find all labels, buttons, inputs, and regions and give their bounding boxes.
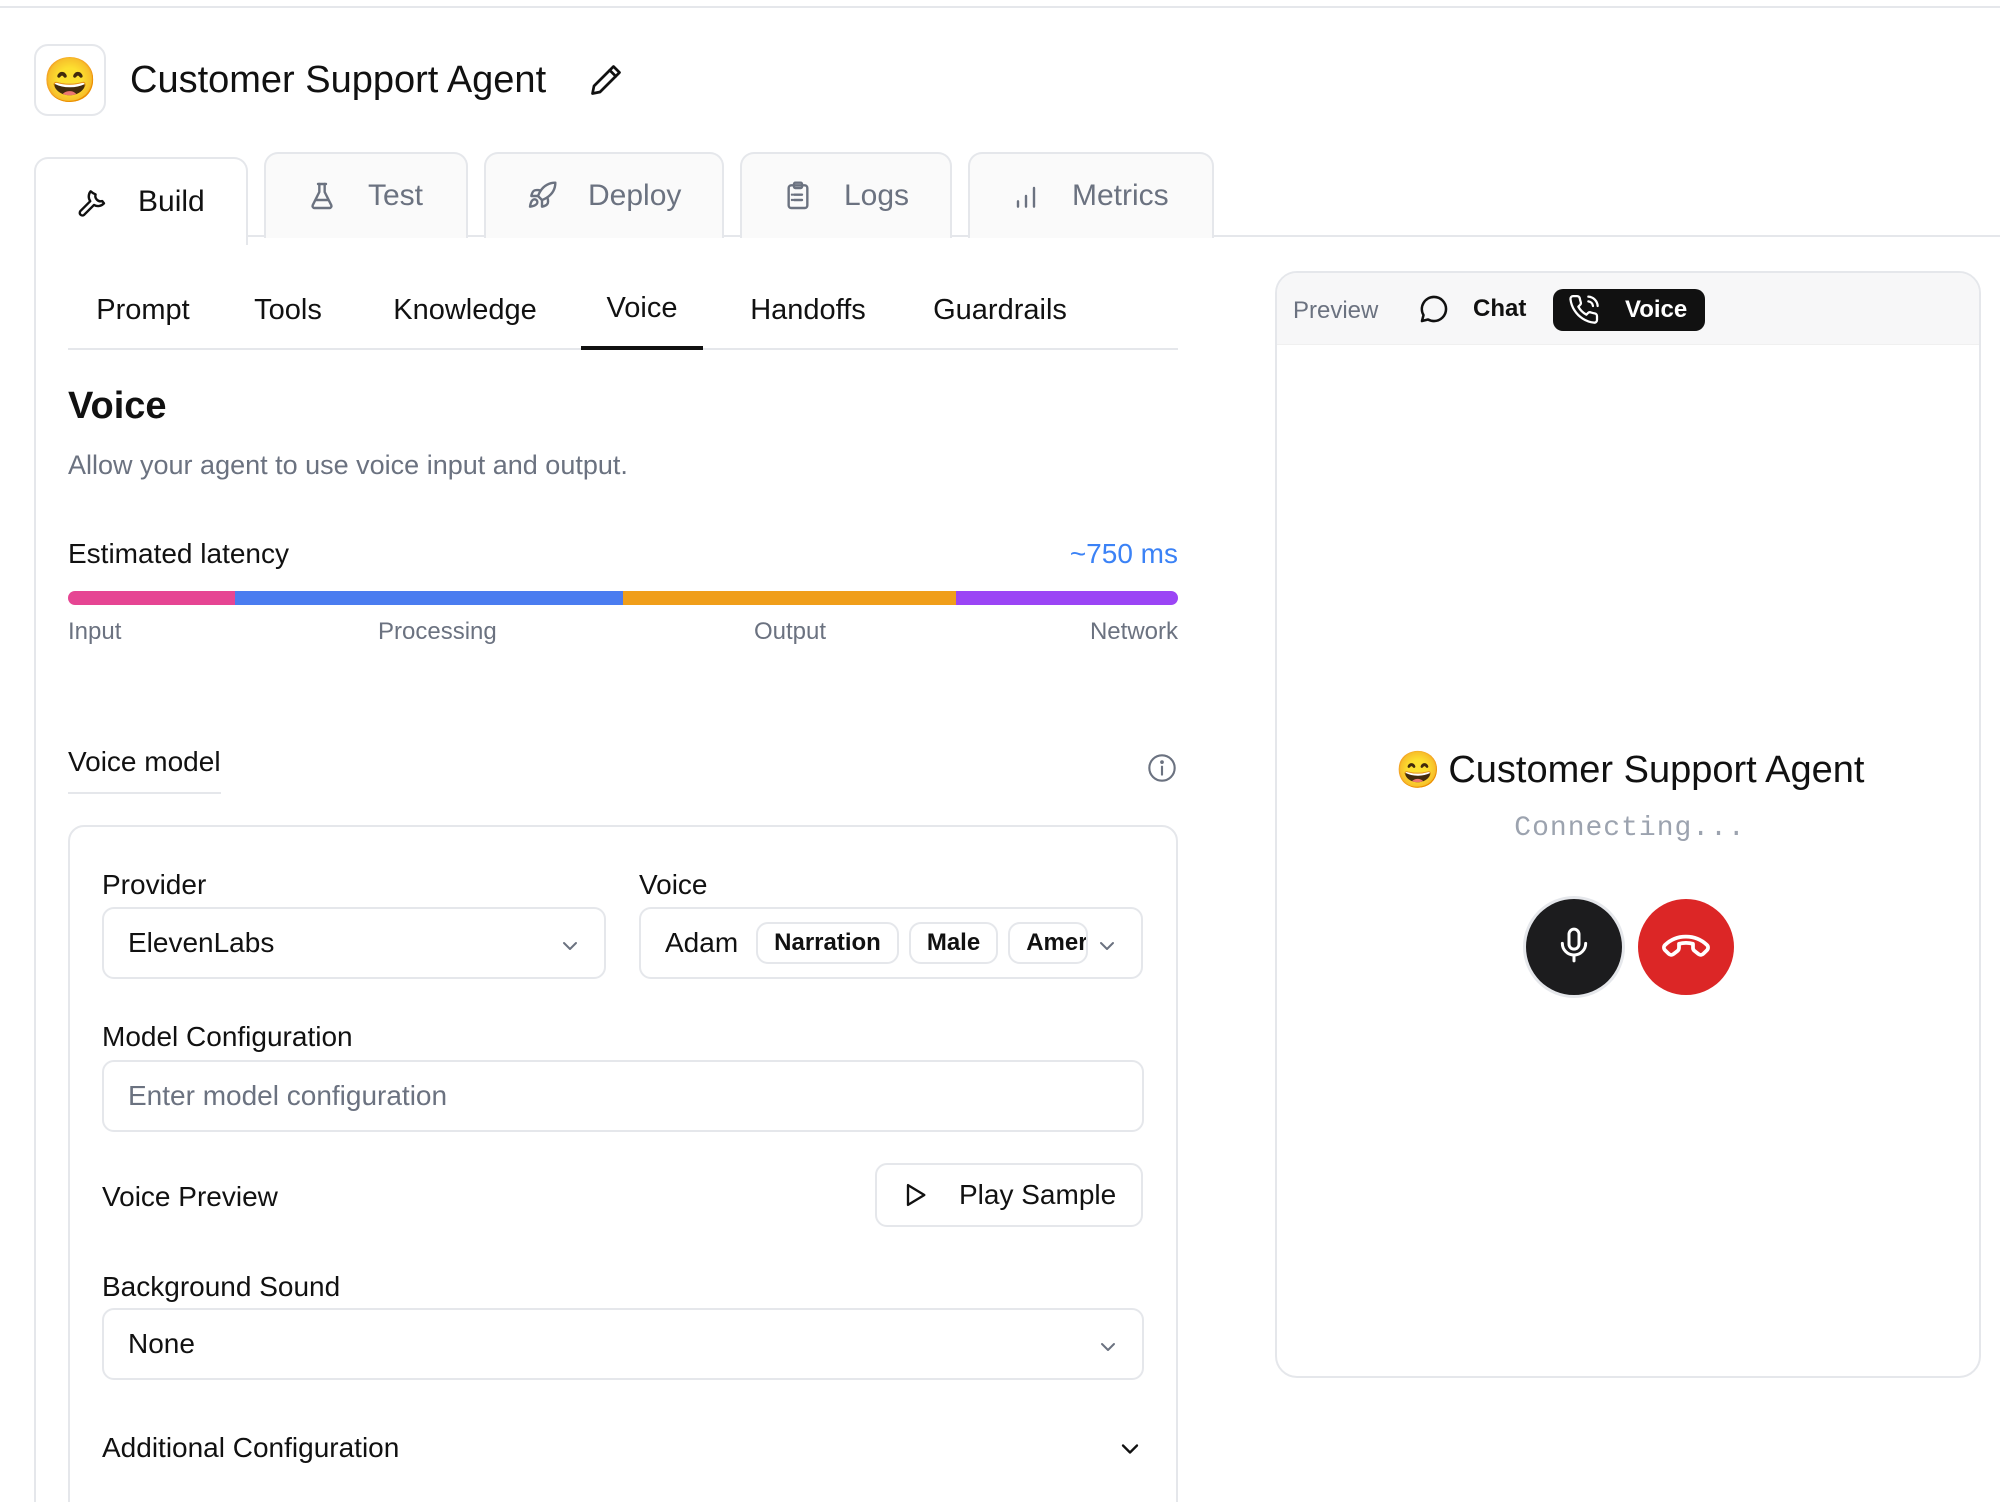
subtab-prompt[interactable]: Prompt: [82, 270, 204, 350]
clipboard-icon: [782, 180, 814, 212]
latency-name-output: Output: [754, 618, 827, 645]
hang-up-button[interactable]: [1638, 899, 1734, 995]
chevron-down-icon: [1096, 1334, 1120, 1358]
preview-label: Preview: [1293, 297, 1379, 324]
agent-avatar[interactable]: 😄: [34, 44, 106, 116]
call-status: Connecting...: [1514, 813, 1746, 844]
tab-build-label: Build: [138, 185, 205, 218]
subtab-handoffs[interactable]: Handoffs: [740, 270, 876, 350]
tab-build[interactable]: Build: [34, 157, 248, 245]
voice-label: Voice: [639, 869, 708, 900]
tab-metrics[interactable]: Metrics: [968, 152, 1214, 238]
agent-emoji: 😄: [1395, 749, 1441, 790]
voice-toggle[interactable]: Voice: [1553, 289, 1705, 331]
wrench-icon: [76, 186, 108, 218]
chevron-down-icon: [1095, 933, 1119, 957]
chat-toggle[interactable]: Chat: [1417, 287, 1526, 331]
subtab-voice[interactable]: Voice: [581, 270, 703, 350]
tab-deploy-label: Deploy: [588, 179, 682, 212]
play-sample-button[interactable]: Play Sample: [875, 1163, 1143, 1227]
latency-name-network: Network: [1089, 618, 1178, 645]
latency-value: ~750 ms: [1069, 538, 1178, 569]
call-agent-title: 😄 Customer Support Agent: [1277, 749, 1979, 792]
voice-preview-label: Voice Preview: [102, 1181, 278, 1212]
latency-bar: [68, 591, 1178, 605]
bar-chart-icon: [1010, 180, 1042, 212]
microphone-icon: [1554, 925, 1594, 970]
voice-tag-narration: Narration: [756, 922, 899, 964]
voice-tag-male: Male: [908, 922, 999, 964]
play-icon: [901, 1181, 929, 1209]
mic-button[interactable]: [1526, 899, 1622, 995]
pencil-icon[interactable]: [588, 62, 624, 98]
voice-value: Adam: [665, 927, 739, 958]
latency-name-processing: Processing: [378, 618, 497, 645]
preview-header: Preview Chat Voice: [1277, 273, 1979, 345]
section-title: Voice: [68, 385, 167, 427]
background-sound-value: None: [128, 1328, 195, 1359]
latency-legend: Input Processing Output Network: [68, 618, 1178, 648]
left-panel-border: [34, 235, 36, 1502]
flask-icon: [306, 180, 338, 212]
top-divider: [0, 6, 2000, 8]
section-description: Allow your agent to use voice input and …: [68, 450, 628, 480]
chat-bubble-icon: [1417, 292, 1451, 326]
tab-metrics-label: Metrics: [1072, 179, 1169, 212]
provider-label: Provider: [102, 869, 207, 900]
background-sound-select[interactable]: None: [102, 1308, 1144, 1380]
subtab-guardrails[interactable]: Guardrails: [926, 270, 1074, 350]
rocket-icon: [526, 180, 558, 212]
voice-tag-accent: Amer: [1008, 922, 1089, 964]
latency-segment-processing: [234, 591, 623, 605]
background-sound-label: Background Sound: [102, 1271, 341, 1302]
tab-test-label: Test: [368, 179, 424, 212]
latency-segment-network: [956, 591, 1178, 605]
additional-config-label[interactable]: Additional Configuration: [102, 1432, 399, 1464]
model-config-input[interactable]: [102, 1060, 1144, 1132]
voice-model-heading: Voice model: [68, 746, 221, 794]
latency-label: Estimated latency: [68, 538, 289, 569]
phone-call-icon: [1569, 294, 1601, 326]
tab-logs[interactable]: Logs: [740, 152, 952, 238]
voice-toggle-label: Voice: [1625, 296, 1688, 323]
chevron-down-icon: [558, 933, 582, 957]
agent-title: Customer Support Agent: [130, 59, 547, 101]
voice-select[interactable]: Adam Narration Male Amer: [639, 907, 1143, 979]
chat-toggle-label: Chat: [1473, 295, 1527, 322]
tab-logs-label: Logs: [844, 179, 910, 212]
provider-value: ElevenLabs: [128, 927, 275, 958]
latency-name-input: Input: [68, 618, 122, 645]
subtab-knowledge[interactable]: Knowledge: [390, 270, 540, 350]
sub-tabs: Prompt Tools Knowledge Voice Handoffs Gu…: [68, 270, 1178, 350]
latency-segment-input: [68, 591, 235, 605]
model-config-label: Model Configuration: [102, 1021, 353, 1052]
play-sample-label: Play Sample: [959, 1179, 1117, 1210]
preview-panel: Preview Chat Voice 😄 Customer Support Age…: [1275, 271, 1981, 1378]
provider-select[interactable]: ElevenLabs: [102, 907, 606, 979]
call-agent-name: Customer Support Agent: [1448, 749, 1865, 791]
chevron-down-icon[interactable]: [1116, 1435, 1144, 1463]
tab-deploy[interactable]: Deploy: [484, 152, 724, 238]
tab-test[interactable]: Test: [264, 152, 468, 238]
latency-segment-output: [623, 591, 956, 605]
phone-hangup-icon: [1658, 917, 1714, 978]
subtab-tools[interactable]: Tools: [244, 270, 332, 350]
info-icon[interactable]: [1146, 752, 1178, 784]
